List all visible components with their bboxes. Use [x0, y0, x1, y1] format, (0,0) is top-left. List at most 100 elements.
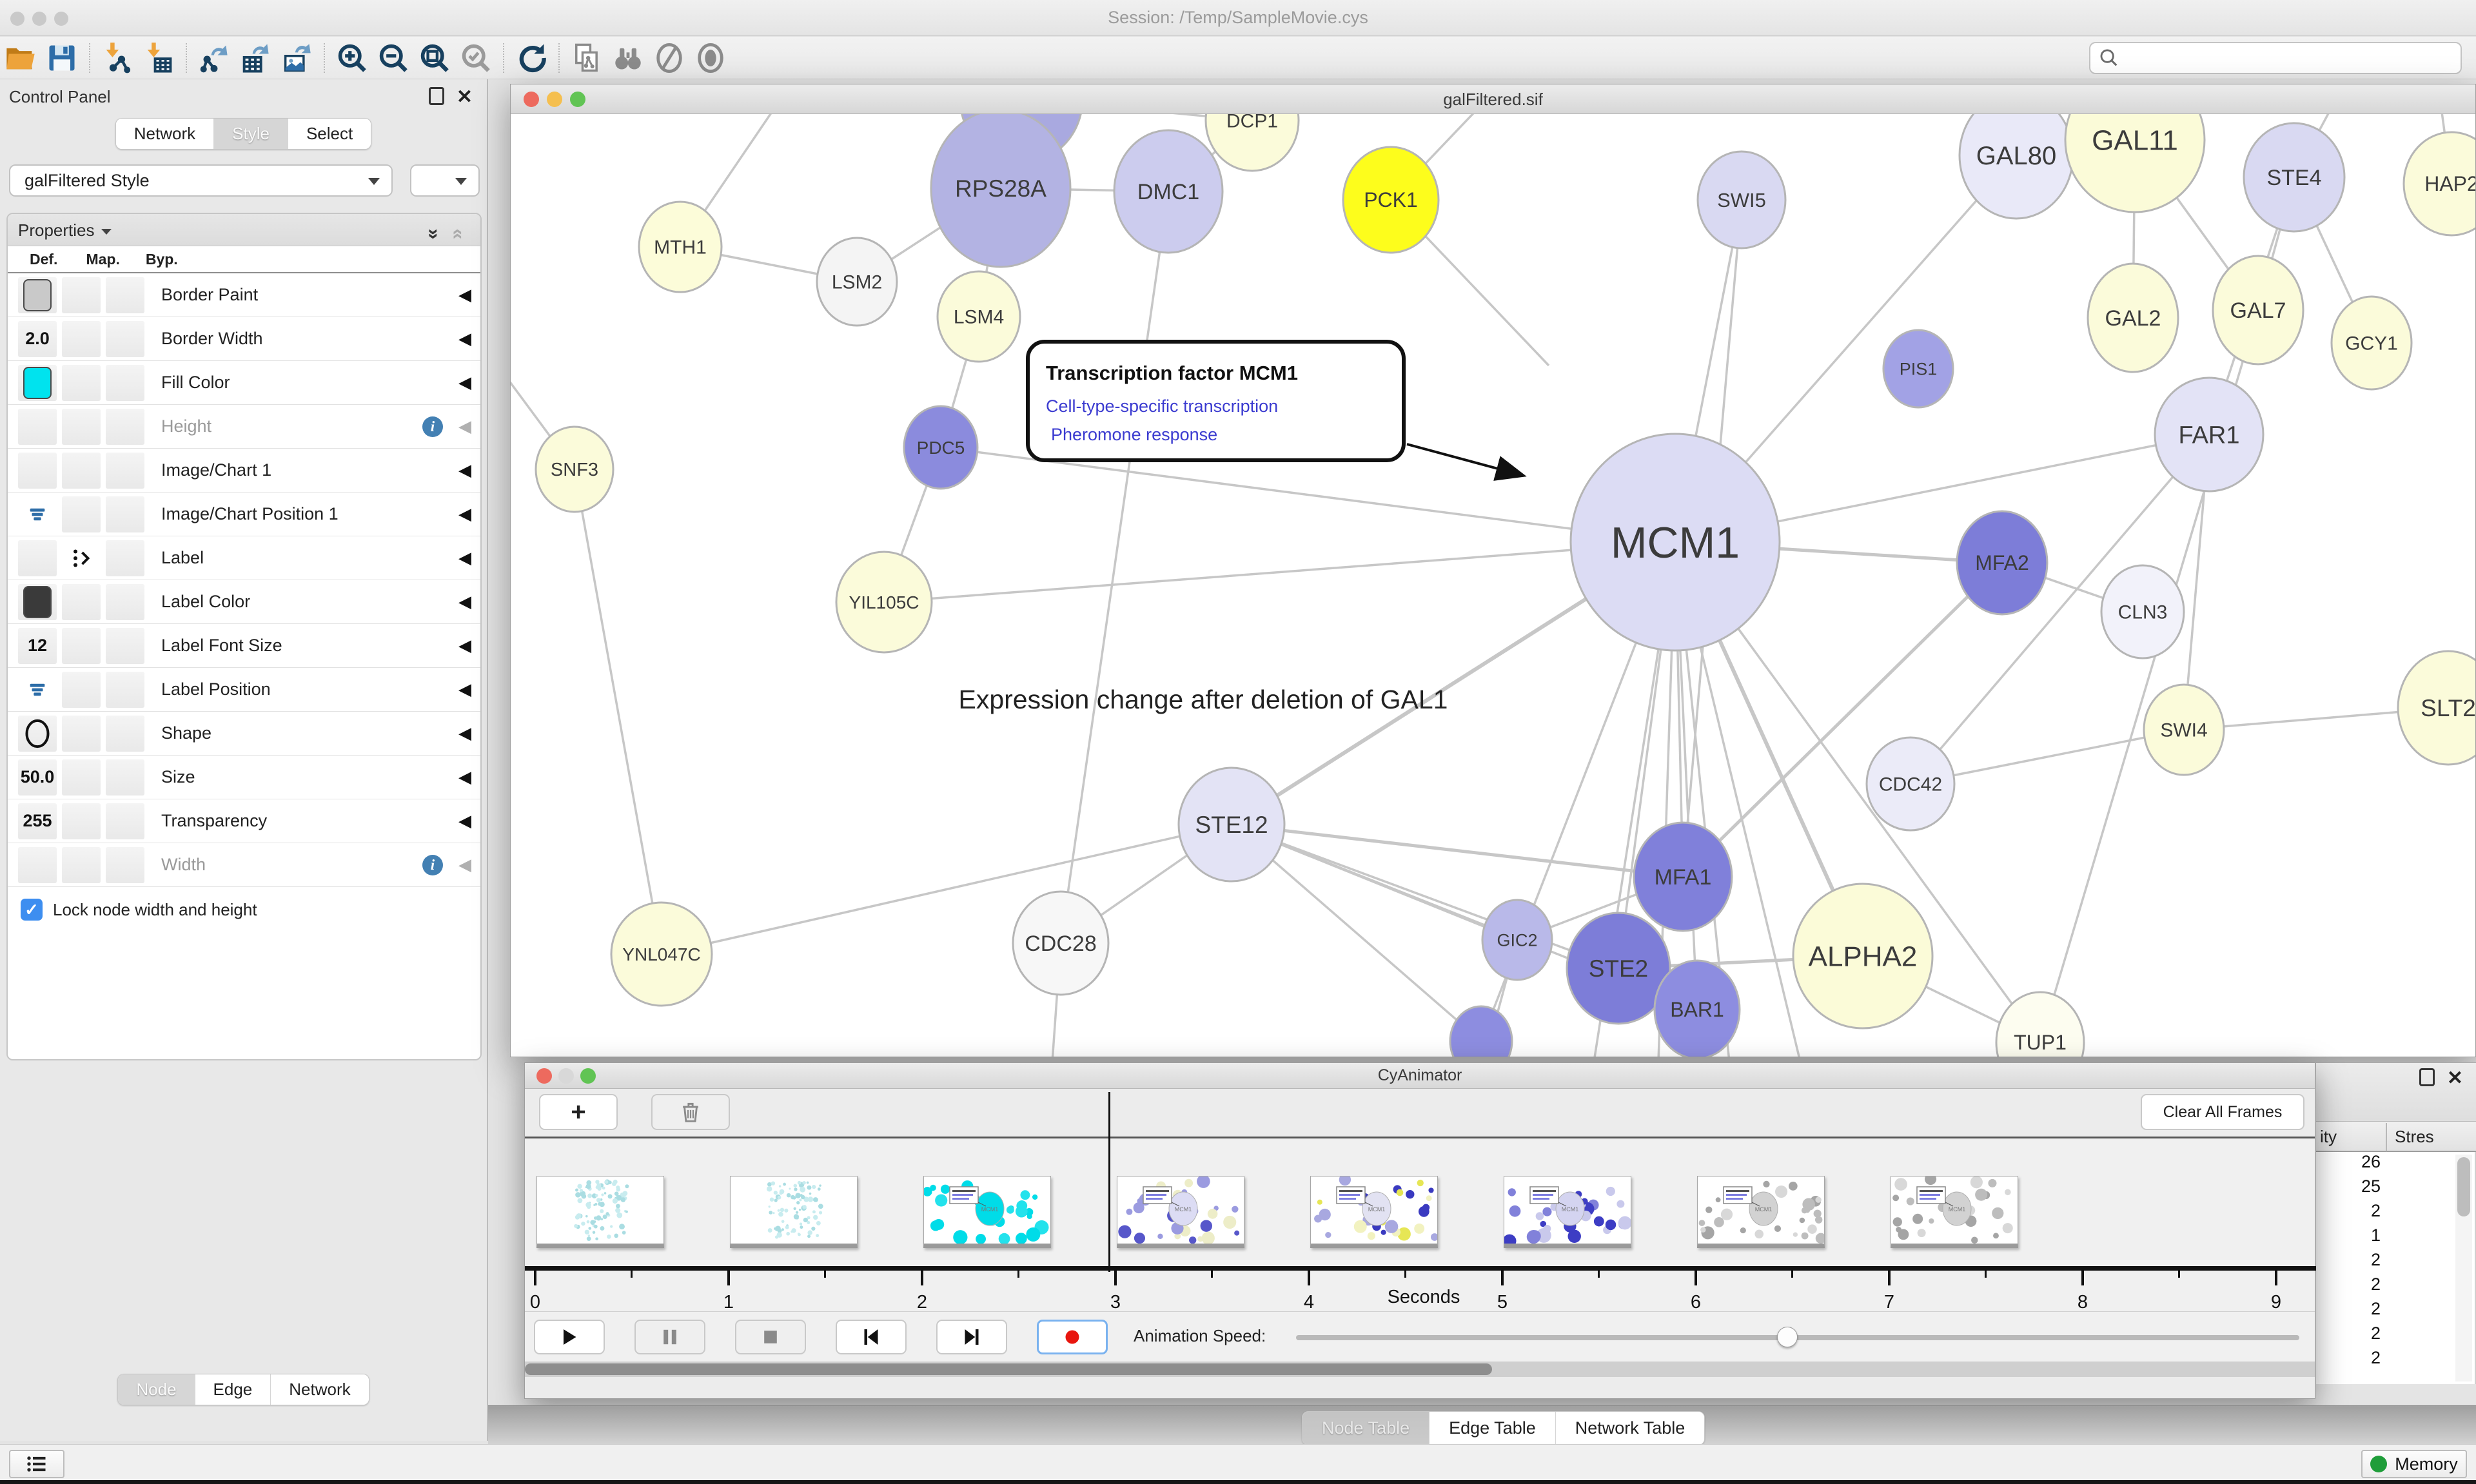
refresh-network-icon[interactable]: [511, 40, 552, 76]
caption-annotation[interactable]: Expression change after deletion of GAL1: [959, 685, 1448, 714]
mapping-cell[interactable]: [62, 453, 101, 489]
node-LSM4[interactable]: LSM4: [938, 271, 1020, 362]
property-row-label-font-size[interactable]: 12Label Font Size◀: [8, 624, 480, 668]
mapping-cell[interactable]: [62, 759, 101, 796]
clear-all-frames-button[interactable]: Clear All Frames: [2141, 1094, 2304, 1130]
open-folder-icon[interactable]: [0, 40, 41, 76]
property-row-fill-color[interactable]: Fill Color◀: [8, 361, 480, 405]
expand-row-icon[interactable]: ◀: [458, 373, 471, 393]
property-row-border-width[interactable]: 2.0Border Width◀: [8, 317, 480, 361]
table-scrollbar[interactable]: [2455, 1155, 2472, 1381]
node-LSM2[interactable]: LSM2: [817, 238, 897, 326]
edge-MCM1-YIL105C[interactable]: [884, 542, 1675, 602]
float-panel-icon[interactable]: [429, 87, 444, 105]
node-DMC1[interactable]: DMC1: [1114, 130, 1223, 253]
bypass-cell[interactable]: [106, 496, 144, 532]
column-header-centrality[interactable]: ity: [2320, 1127, 2337, 1147]
bypass-cell[interactable]: [106, 803, 144, 839]
property-row-label-position[interactable]: Label Position◀: [8, 668, 480, 712]
style-options-button[interactable]: [410, 164, 480, 197]
expand-row-icon[interactable]: ◀: [458, 285, 471, 305]
table-row[interactable]: 2: [2316, 1274, 2475, 1299]
default-value-cell[interactable]: 12: [18, 628, 57, 664]
import-table-icon[interactable]: [138, 40, 179, 76]
frame-thumbnail-3[interactable]: MCM1: [1117, 1176, 1244, 1248]
node-GAL80[interactable]: GAL80: [1960, 114, 2073, 219]
task-history-button[interactable]: [9, 1450, 64, 1478]
bypass-cell[interactable]: [106, 672, 144, 708]
property-row-size[interactable]: 50.0Size◀: [8, 756, 480, 799]
node-PCK1[interactable]: PCK1: [1343, 147, 1439, 253]
property-row-shape[interactable]: Shape◀: [8, 712, 480, 756]
mapping-cell[interactable]: [62, 277, 101, 313]
node-GAL2[interactable]: GAL2: [2088, 264, 2178, 372]
node-GIC2[interactable]: GIC2: [1482, 900, 1552, 980]
default-value-cell[interactable]: [18, 277, 57, 313]
table-row[interactable]: 25: [2316, 1176, 2475, 1201]
node-FAR1[interactable]: FAR1: [2155, 378, 2263, 491]
node-CDC28[interactable]: CDC28: [1013, 892, 1108, 995]
style-target-node[interactable]: Node: [118, 1374, 195, 1405]
frame-thumbnail-0[interactable]: [536, 1176, 664, 1248]
style-target-edge[interactable]: Edge: [195, 1374, 271, 1405]
property-row-border-paint[interactable]: Border Paint◀: [8, 273, 480, 317]
clone-network-icon[interactable]: [566, 40, 607, 76]
node-CDC42[interactable]: CDC42: [1867, 737, 1954, 830]
node-MFA2[interactable]: MFA2: [1957, 511, 2047, 614]
table-row[interactable]: 2: [2316, 1250, 2475, 1274]
frame-thumbnail-4[interactable]: MCM1: [1310, 1176, 1438, 1248]
table-tab-network-table[interactable]: Network Table: [1556, 1412, 1705, 1445]
bypass-cell[interactable]: [106, 365, 144, 401]
bypass-cell[interactable]: [106, 628, 144, 664]
bypass-cell[interactable]: [106, 759, 144, 796]
info-icon[interactable]: i: [422, 416, 443, 437]
property-row-image-chart-1[interactable]: Image/Chart 1◀: [8, 449, 480, 493]
mapping-cell[interactable]: [62, 409, 101, 445]
node-BAR1[interactable]: BAR1: [1655, 961, 1740, 1057]
table-tab-edge-table[interactable]: Edge Table: [1430, 1412, 1556, 1445]
property-row-height[interactable]: Heighti◀: [8, 405, 480, 449]
node-SWI5[interactable]: SWI5: [1698, 151, 1785, 248]
frame-thumbnail-1[interactable]: [730, 1176, 858, 1248]
mapping-cell[interactable]: [62, 847, 101, 883]
node-STE4[interactable]: STE4: [2244, 123, 2344, 231]
import-network-icon[interactable]: [97, 40, 138, 76]
edge-DMC1-CDC28[interactable]: [1061, 191, 1168, 943]
expand-row-icon[interactable]: ◀: [458, 548, 471, 568]
table-row[interactable]: 1: [2316, 1225, 2475, 1250]
property-row-label[interactable]: Label◀: [8, 536, 480, 580]
node-BOT1[interactable]: [1450, 1006, 1512, 1057]
default-value-cell[interactable]: [18, 453, 57, 489]
table-row[interactable]: 2: [2316, 1201, 2475, 1225]
frame-thumbnail-6[interactable]: MCM1: [1697, 1176, 1825, 1248]
node-HAP2[interactable]: HAP2: [2404, 132, 2475, 235]
expand-row-icon[interactable]: ◀: [458, 679, 471, 699]
expand-row-icon[interactable]: ◀: [458, 460, 471, 480]
lock-size-checkbox[interactable]: ✓: [21, 899, 43, 921]
frame-thumbnail-7[interactable]: MCM1: [1891, 1176, 2018, 1248]
bypass-cell[interactable]: [106, 540, 144, 576]
node-SLT2[interactable]: SLT2: [2398, 651, 2475, 765]
network-canvas[interactable]: DCP1RPS28ADMC1PCK1MTH1LSM2LSM4SNF3PDC5YI…: [511, 114, 2475, 1057]
node-MTH1[interactable]: MTH1: [639, 202, 722, 292]
node-SNF3[interactable]: SNF3: [536, 427, 613, 512]
table-row[interactable]: 26: [2316, 1152, 2475, 1176]
node-GAL11[interactable]: GAL11: [2065, 114, 2205, 212]
node-MCM1[interactable]: MCM1: [1571, 434, 1780, 650]
bypass-cell[interactable]: [106, 584, 144, 620]
record-button[interactable]: [1037, 1320, 1108, 1354]
default-value-cell[interactable]: [18, 409, 57, 445]
property-row-transparency[interactable]: 255Transparency◀: [8, 799, 480, 843]
show-graphics-details-icon[interactable]: [690, 40, 731, 76]
node-ALPHA2[interactable]: ALPHA2: [1793, 884, 1932, 1028]
delete-frame-button[interactable]: [651, 1094, 730, 1130]
node-RPS28A[interactable]: RPS28A: [931, 114, 1070, 267]
search-binoculars-icon[interactable]: [607, 40, 649, 76]
default-value-cell[interactable]: [18, 672, 57, 708]
default-value-cell[interactable]: 50.0: [18, 759, 57, 796]
info-icon[interactable]: i: [422, 855, 443, 875]
frame-thumbnail-2[interactable]: MCM1: [923, 1176, 1051, 1248]
default-value-cell[interactable]: [18, 716, 57, 752]
expand-row-icon[interactable]: ◀: [458, 504, 471, 524]
column-header-stress[interactable]: Stres: [2395, 1127, 2434, 1147]
